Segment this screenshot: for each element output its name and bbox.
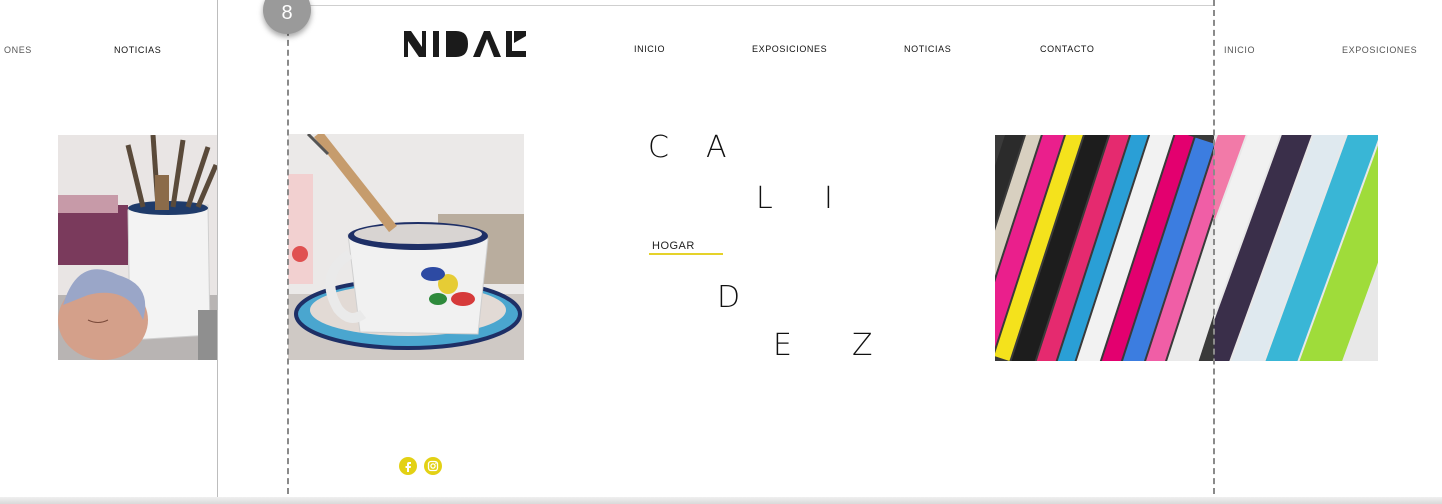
page-shadow — [0, 497, 1442, 504]
title-letter-d: D — [717, 280, 741, 315]
photo-clay-tools — [58, 135, 217, 360]
title-letter-e: E — [773, 328, 792, 363]
category-underline — [649, 253, 723, 255]
nav-item-contacto[interactable]: CONTACTO — [1040, 44, 1094, 54]
title-letter-l: L — [756, 181, 773, 216]
photo-books[interactable] — [995, 135, 1214, 361]
right-page-panel: INICIO EXPOSICIONES — [1214, 5, 1442, 499]
nav-item-noticias[interactable]: NOTICIAS — [904, 44, 951, 54]
page-fold-right — [1213, 0, 1215, 504]
page-fold-left — [287, 0, 289, 504]
nav-item-noticias[interactable]: NOTICIAS — [114, 45, 161, 55]
left-page-panel: ONES NOTICIAS — [0, 0, 218, 504]
nav-item-exposiciones-partial[interactable]: ONES — [4, 45, 32, 55]
nav-item-inicio[interactable]: INICIO — [634, 44, 665, 54]
instagram-icon[interactable] — [424, 457, 442, 475]
title-letter-a: A — [706, 130, 727, 165]
nav-item-inicio-right[interactable]: INICIO — [1224, 45, 1255, 55]
title-letter-c: C — [648, 130, 669, 165]
nav-item-exposiciones-right[interactable]: EXPOSICIONES — [1342, 45, 1417, 55]
category-link-hogar[interactable]: HOGAR — [652, 240, 695, 252]
nav-item-exposiciones[interactable]: EXPOSICIONES — [752, 44, 827, 54]
photo-enamel-mug[interactable] — [288, 134, 524, 360]
facebook-icon[interactable] — [399, 457, 417, 475]
photo-books-right — [1214, 135, 1378, 361]
title-letter-z: Z — [852, 328, 873, 363]
title-letter-i: I — [824, 181, 833, 216]
site-logo[interactable] — [404, 31, 526, 62]
logo-wordmark — [404, 31, 526, 57]
